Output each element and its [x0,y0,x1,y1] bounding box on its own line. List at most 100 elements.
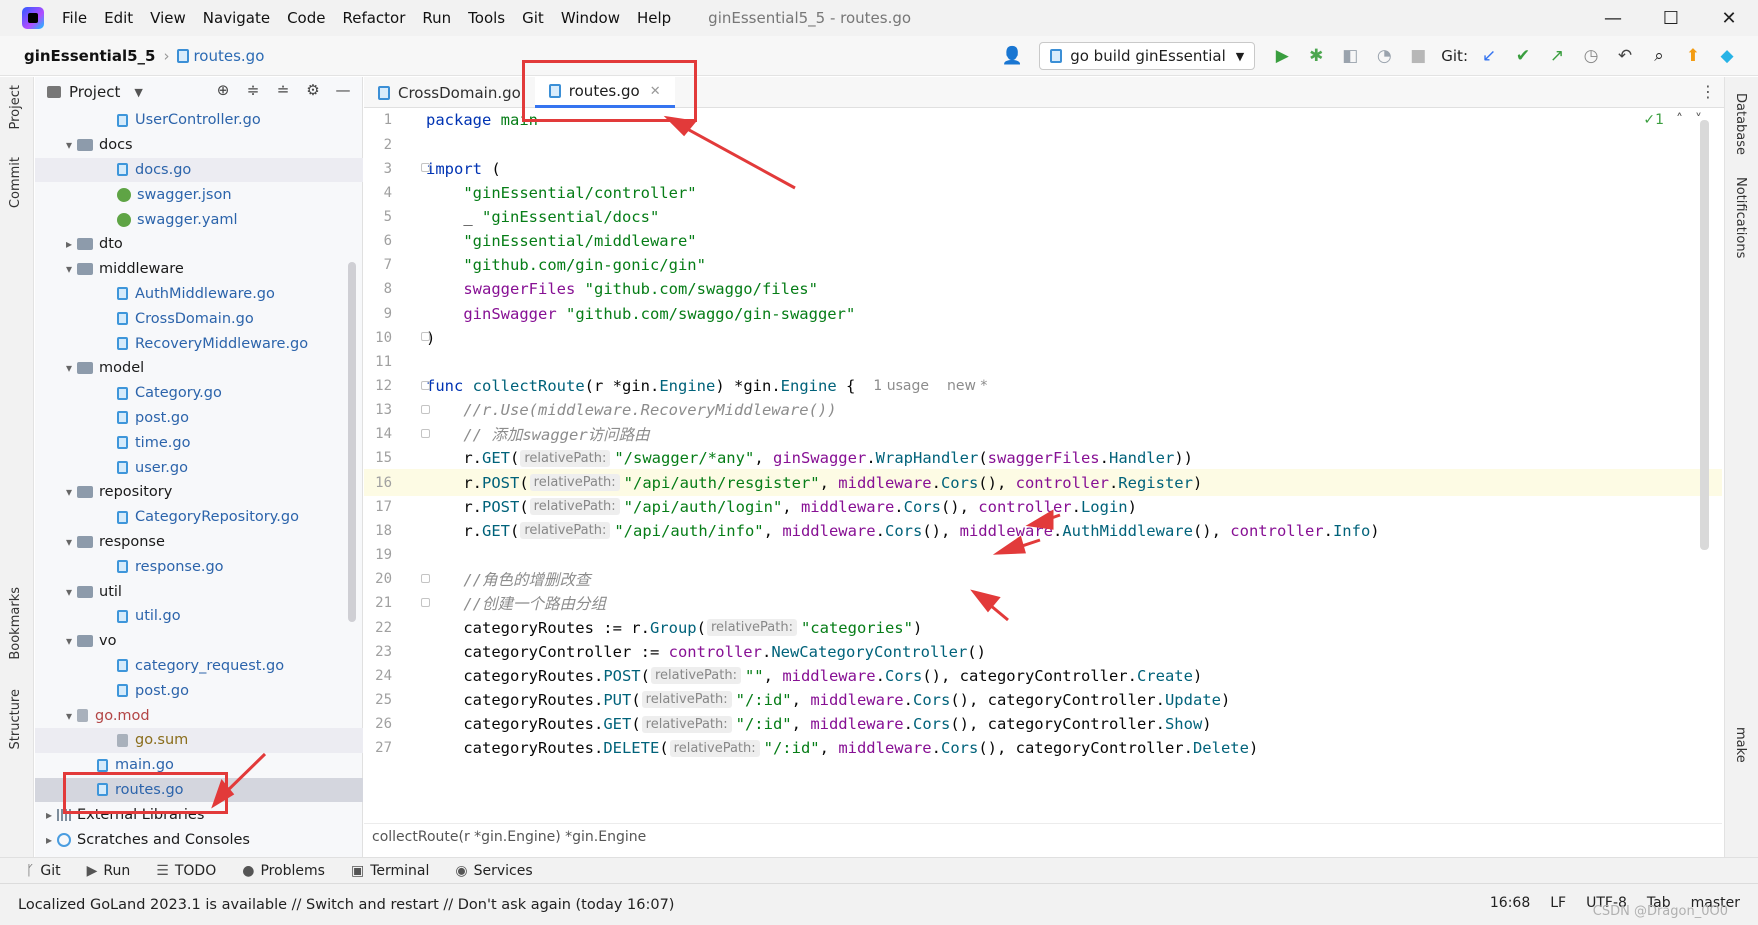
maximize-button[interactable]: ☐ [1642,0,1700,36]
tree-item[interactable]: util.go [35,604,363,629]
chevron-down-icon[interactable]: ▾ [61,138,77,152]
menu-item-tools[interactable]: Tools [468,9,505,27]
database-tool-button[interactable]: Database [1733,93,1748,155]
commit-tool-button[interactable]: Commit [8,157,23,208]
code-line[interactable]: 11 [364,349,1722,376]
menu-item-file[interactable]: File [62,9,87,27]
tree-item[interactable]: time.go [35,430,363,455]
chevron-down-icon[interactable]: ▾ [61,634,77,648]
debug-icon[interactable]: ✱ [1304,44,1328,68]
tree-item[interactable]: swagger.json [35,182,363,207]
usage-hint[interactable]: new * [947,378,987,394]
menu-item-window[interactable]: Window [561,9,620,27]
code-line[interactable]: 18 r. GET(relativePath: "/api/auth/info", … [364,518,1722,545]
menu-item-view[interactable]: View [150,9,186,27]
code-line[interactable]: 7 "github.com/gin-gonic/gin" [364,252,1722,279]
code-line[interactable]: 27 categoryRoutes. DELETE(relativePath: "/… [364,735,1722,762]
code-line[interactable]: 8 swaggerFiles "github.com/swaggo/files" [364,276,1722,303]
status-message[interactable]: Localized GoLand 2023.1 is available // … [18,897,674,913]
run-configuration-select[interactable]: go build ginEssential ▼ [1039,42,1256,70]
chevron-down-icon[interactable]: ▾ [61,709,77,723]
code-line[interactable]: 17 r. POST(relativePath: "/api/auth/login"… [364,493,1722,520]
structure-tool-button[interactable]: Structure [8,689,23,749]
git-update-icon[interactable]: ↙ [1477,44,1501,68]
expand-all-icon[interactable]: ≑ [242,81,264,99]
breadcrumb-project[interactable]: ginEssential5_5 [24,47,155,65]
tool-window-services[interactable]: ◉ Services [455,863,532,879]
code-line[interactable]: 23 categoryController := controller. NewC… [364,638,1722,665]
usage-hint[interactable]: 1 usage [873,378,929,394]
tree-item[interactable]: ▾ go.mod [35,703,363,728]
close-icon[interactable]: ✕ [650,84,661,99]
tree-item[interactable]: ▾ response [35,530,363,555]
menu-item-run[interactable]: Run [422,9,451,27]
run-icon[interactable]: ▶ [1270,44,1294,68]
tool-window-terminal[interactable]: ▣ Terminal [351,863,429,879]
menu-item-refactor[interactable]: Refactor [342,9,405,27]
code-line[interactable]: 10) [364,324,1722,351]
menu-item-code[interactable]: Code [287,9,325,27]
tree-item[interactable]: ▾ middleware [35,257,363,282]
hide-icon[interactable]: — [332,81,354,99]
user-icon[interactable]: 👤 [1000,44,1024,68]
tree-item[interactable]: response.go [35,554,363,579]
locate-icon[interactable]: ⊕ [212,81,234,99]
code-line[interactable]: 24 categoryRoutes. POST(relativePath: "", … [364,662,1722,689]
editor-scrollbar[interactable] [1700,120,1709,550]
tree-item[interactable]: UserController.go [35,108,363,133]
code-line[interactable]: 3 import ( [364,155,1722,182]
code-line[interactable]: 4 "ginEssential/controller" [364,179,1722,206]
git-push-icon[interactable]: ↗ [1545,44,1569,68]
tab-routes-go[interactable]: routes.go ✕ [534,77,675,108]
notifications-tool-button[interactable]: Notifications [1733,177,1748,258]
make-tool-button[interactable]: make [1733,727,1748,763]
gear-icon[interactable]: ⚙ [302,81,324,99]
tool-window-run[interactable]: ▶ Run [87,863,131,879]
tree-item[interactable]: go.sum [35,727,363,753]
breadcrumb-file[interactable]: routes.go [193,47,264,65]
git-commit-icon[interactable]: ✔ [1511,44,1535,68]
fold-marker-icon[interactable] [421,573,430,583]
plugin-icon[interactable]: ◆ [1715,44,1739,68]
project-scrollbar[interactable] [348,262,356,622]
chevron-down-icon[interactable]: ▾ [61,262,77,276]
tree-item[interactable]: swagger.yaml [35,207,363,232]
chevron-down-icon[interactable]: ▾ [61,485,77,499]
coverage-icon[interactable]: ◧ [1338,44,1362,68]
tree-item[interactable]: Category.go [35,381,363,406]
tool-window-problems[interactable]: ● Problems [242,863,325,879]
code-line[interactable]: 1 package main [364,108,1722,134]
project-tool-button[interactable]: Project [8,85,23,129]
tree-item[interactable]: post.go [35,406,363,431]
code-line[interactable]: 13 //r.Use(middleware.RecoveryMiddleware… [364,397,1722,424]
fold-marker-icon[interactable] [421,163,430,173]
tree-item[interactable]: routes.go [35,777,363,803]
code-line[interactable]: 9 ginSwagger "github.com/swaggo/gin-swag… [364,300,1722,327]
tree-item[interactable]: RecoveryMiddleware.go [35,331,363,356]
fold-marker-icon[interactable] [421,428,430,438]
fold-marker-icon[interactable] [421,380,430,390]
code-line[interactable]: 12 func collectRoute (r * gin. Engine) * gin.… [364,373,1722,400]
code-editor[interactable]: ✓1 ˄ ˅ 1 package main 2 3 import (4 "ginEsse… [364,108,1722,823]
code-line[interactable]: 26 categoryRoutes. GET(relativePath: "/:id… [364,711,1722,738]
line-separator[interactable]: LF [1550,895,1566,911]
menu-item-navigate[interactable]: Navigate [203,9,270,27]
tree-item[interactable]: docs.go [35,157,363,183]
collapse-all-icon[interactable]: ≐ [272,81,294,99]
menu-item-help[interactable]: Help [637,9,671,27]
code-line[interactable]: 6 "ginEssential/middleware" [364,228,1722,255]
tree-item[interactable]: ▾ repository [35,480,363,505]
caret-position[interactable]: 16:68 [1490,895,1530,911]
fold-marker-icon[interactable] [421,404,430,414]
update-icon[interactable]: ⬆ [1681,44,1705,68]
tree-item[interactable]: ▾ model [35,356,363,381]
tree-item[interactable]: CategoryRepository.go [35,505,363,530]
bookmarks-tool-button[interactable]: Bookmarks [8,587,23,660]
code-line[interactable]: 22 categoryRoutes := r. Group(relativePat… [364,614,1722,641]
close-button[interactable]: ✕ [1700,0,1758,36]
code-line[interactable]: 20 //角色的增删改查 [364,566,1722,593]
tree-item[interactable]: ▾ vo [35,629,363,654]
search-icon[interactable]: ⌕ [1647,44,1671,68]
chevron-right-icon[interactable]: ▸ [61,237,77,251]
project-panel-title[interactable]: Project [69,83,120,101]
